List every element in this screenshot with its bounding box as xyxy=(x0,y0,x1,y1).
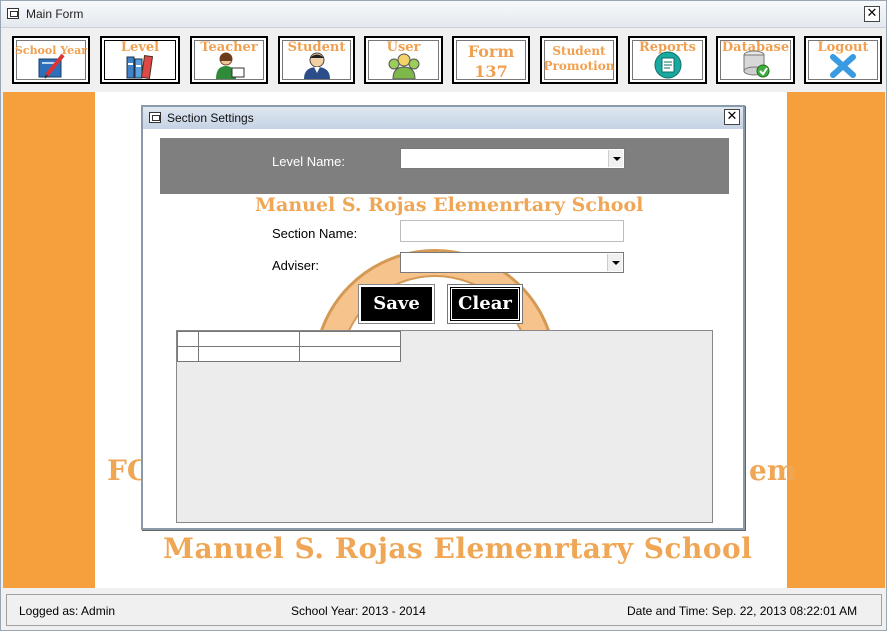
adviser-select[interactable] xyxy=(400,252,624,273)
logged-as-text: Logged as: Admin xyxy=(19,604,116,618)
form-137-label-line2: 137 xyxy=(474,62,508,81)
close-icon[interactable]: ✕ xyxy=(864,6,880,22)
background-text-fragment-right: em xyxy=(749,454,797,487)
section-name-input[interactable] xyxy=(400,220,624,242)
student-promotion-button[interactable]: Student Promotion xyxy=(540,36,618,84)
dialog-close-icon[interactable]: ✕ xyxy=(724,109,740,125)
column-header[interactable] xyxy=(299,331,401,347)
table-cell[interactable] xyxy=(299,346,401,362)
table-cell[interactable] xyxy=(198,346,300,362)
datetime-status: Date and Time: Sep. 22, 2013 08:22:01 AM xyxy=(627,604,858,618)
main-toolbar: School Year Level Teacher Student User F… xyxy=(1,31,886,89)
form-137-label-line1: Form xyxy=(467,42,515,61)
dialog-title: Section Settings xyxy=(167,111,254,125)
dialog-app-icon xyxy=(149,112,161,123)
level-band: Level Name: xyxy=(160,138,729,194)
school-year-button[interactable]: School Year xyxy=(12,36,90,84)
clear-button[interactable]: Clear xyxy=(448,285,522,323)
reports-button[interactable]: Reports xyxy=(628,36,707,84)
student-promotion-label-line1: Student xyxy=(552,44,606,58)
form-137-button[interactable]: Form 137 xyxy=(452,36,530,84)
dialog-school-name: Manuel S. Rojas Elemenrtary School xyxy=(255,194,644,216)
book-pencil-icon xyxy=(38,53,65,79)
books-icon xyxy=(126,54,154,79)
table-row[interactable] xyxy=(177,346,401,362)
database-icon xyxy=(743,50,769,78)
level-name-select[interactable] xyxy=(400,148,625,169)
status-bar: Logged as: Admin School Year: 2013 - 201… xyxy=(6,594,882,626)
title-bar: Main Form ✕ xyxy=(1,1,886,28)
sections-table xyxy=(177,331,401,362)
right-orange-panel xyxy=(787,92,885,588)
school-year-status: School Year: 2013 - 2014 xyxy=(291,604,426,618)
dialog-title-bar: Section Settings ✕ xyxy=(143,107,743,129)
database-button[interactable]: Database xyxy=(716,36,795,84)
level-name-label: Level Name: xyxy=(272,154,345,169)
table-header-row xyxy=(177,331,401,347)
background-school-name: Manuel S. Rojas Elemenrtary School xyxy=(163,532,753,565)
logout-button[interactable]: Logout xyxy=(804,36,882,84)
chevron-down-icon[interactable] xyxy=(608,150,623,167)
sections-grid[interactable] xyxy=(176,330,713,523)
row-header[interactable] xyxy=(177,346,199,362)
chevron-down-icon[interactable] xyxy=(607,254,622,271)
dialog-body: Level Name: Manuel S. Rojas Elemenrtary … xyxy=(143,129,743,528)
window-title: Main Form xyxy=(26,7,84,21)
student-promotion-label-line2: Promotion xyxy=(543,59,615,73)
column-header[interactable] xyxy=(198,331,300,347)
left-orange-panel xyxy=(3,92,95,588)
adviser-label: Adviser: xyxy=(272,258,319,273)
student-button[interactable]: Student xyxy=(278,36,355,84)
row-header-corner xyxy=(177,331,199,347)
section-settings-dialog: Section Settings ✕ Level Name: Manuel S.… xyxy=(141,105,745,530)
app-icon xyxy=(7,8,19,19)
report-icon xyxy=(654,51,681,79)
student-icon xyxy=(303,52,330,79)
save-button[interactable]: Save xyxy=(359,285,434,323)
teacher-button[interactable]: Teacher xyxy=(190,36,268,84)
logout-x-icon xyxy=(830,54,856,78)
user-button[interactable]: User xyxy=(364,36,443,84)
level-button[interactable]: Level xyxy=(100,36,180,84)
users-icon xyxy=(388,53,419,79)
section-name-label: Section Name: xyxy=(272,226,358,241)
teacher-icon xyxy=(216,52,245,79)
main-window: Main Form ✕ School Year Level Teacher St… xyxy=(0,0,887,631)
